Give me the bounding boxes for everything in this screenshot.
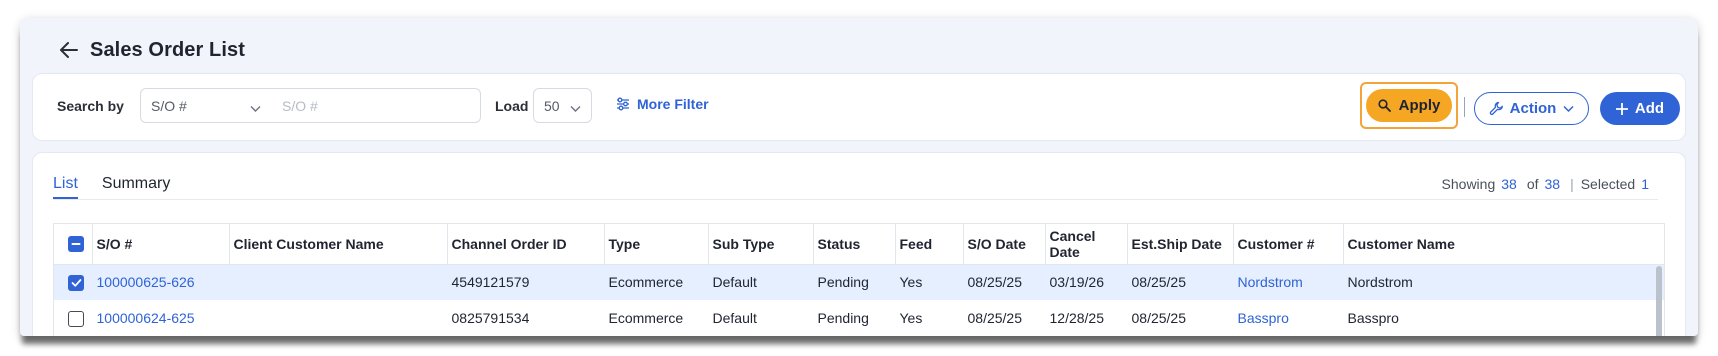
filter-bar: Search by S/O # Load 50 More Filter <box>32 73 1686 141</box>
apply-focus-ring: Apply <box>1360 82 1458 129</box>
search-field-value: S/O # <box>151 97 187 114</box>
table-header-row: S/O # Client Customer Name Channel Order… <box>54 224 1664 265</box>
column-header[interactable]: Type <box>604 224 709 265</box>
action-label: Action <box>1509 100 1557 117</box>
tab-list[interactable]: List <box>53 153 78 199</box>
summary-divider: | <box>1570 176 1574 192</box>
action-button[interactable]: Action <box>1474 92 1589 125</box>
table-row[interactable]: 100000625-626 4549121579 Ecommerce Defau… <box>54 264 1664 300</box>
status-cell: Pending <box>817 310 869 326</box>
selected-count: 1 <box>1641 176 1649 192</box>
search-by-label: Search by <box>57 98 124 114</box>
total-count: 38 <box>1544 176 1561 192</box>
sub-type-cell: Default <box>712 310 757 326</box>
sliders-icon <box>617 97 629 111</box>
est-ship-date-cell: 08/25/25 <box>1127 264 1233 300</box>
customer-number-link[interactable]: Nordstrom <box>1233 264 1343 300</box>
app-window: Sales Order List Search by S/O # Load 50 <box>20 18 1698 336</box>
table-row[interactable]: 100000624-625 0825791534 Ecommerce Defau… <box>54 300 1664 336</box>
cancel-date-cell: 03/19/26 <box>1045 264 1127 300</box>
column-header[interactable]: S/O # <box>92 224 230 265</box>
row-checkbox[interactable] <box>68 274 84 291</box>
load-select[interactable]: 50 <box>533 88 592 123</box>
row-checkbox-cell <box>54 300 92 336</box>
back-arrow-icon[interactable] <box>56 37 82 63</box>
column-header[interactable]: Customer Name <box>1343 224 1664 265</box>
customer-number-link[interactable]: Basspro <box>1233 300 1343 336</box>
client-customer-name-cell <box>229 300 447 336</box>
channel-order-id-cell: 0825791534 <box>451 310 530 326</box>
feed-cell: Yes <box>895 264 963 300</box>
more-filter-label: More Filter <box>637 96 709 112</box>
toolbar-separator <box>1464 97 1465 117</box>
add-label: Add <box>1634 100 1665 117</box>
apply-label: Apply <box>1398 97 1441 114</box>
type-cell: Ecommerce <box>604 264 708 300</box>
sub-type-cell: Default <box>708 264 813 300</box>
so-date-cell: 08/25/25 <box>967 310 1023 326</box>
tab-summary[interactable]: Summary <box>102 153 170 199</box>
table-scrollbar[interactable] <box>1656 266 1662 336</box>
type-cell: Ecommerce <box>608 310 684 326</box>
column-header[interactable]: S/O Date <box>963 224 1046 265</box>
column-header[interactable]: Feed <box>895 224 964 265</box>
load-value: 50 <box>544 97 560 114</box>
add-button[interactable]: Add <box>1600 92 1680 125</box>
row-checkbox[interactable] <box>68 310 84 327</box>
tab-divider <box>53 199 1658 200</box>
column-header[interactable]: Cancel Date <box>1045 224 1128 265</box>
customer-name-cell: Basspro <box>1347 310 1399 326</box>
est-ship-date-cell: 08/25/25 <box>1131 310 1187 326</box>
showing-count: 38 <box>1501 176 1517 192</box>
of-label: of <box>1526 176 1539 192</box>
apply-button[interactable]: Apply <box>1366 89 1452 122</box>
wrench-icon <box>1489 101 1503 116</box>
customer-name-cell: Nordstrom <box>1343 264 1664 300</box>
column-header[interactable]: Status <box>813 224 896 265</box>
record-summary: Showing 38 of 38 | Selected 1 <box>1442 176 1649 192</box>
select-all-checkbox[interactable] <box>68 236 84 253</box>
column-header[interactable]: Sub Type <box>708 224 814 265</box>
more-filter-button[interactable]: More Filter <box>616 96 709 112</box>
so-number-link[interactable]: 100000625-626 <box>92 264 229 300</box>
chevron-down-icon <box>570 100 581 116</box>
cancel-date-cell: 12/28/25 <box>1049 310 1105 326</box>
search-field-select[interactable]: S/O # <box>140 88 272 123</box>
select-all-cell <box>54 224 93 265</box>
so-date-cell: 08/25/25 <box>963 264 1045 300</box>
orders-table: S/O # Client Customer Name Channel Order… <box>53 223 1665 336</box>
row-checkbox-cell <box>54 264 92 300</box>
tab-bar: List Summary <box>53 153 194 199</box>
feed-cell: Yes <box>899 310 923 326</box>
channel-order-id-cell: 4549121579 <box>447 264 604 300</box>
search-input[interactable] <box>271 88 481 123</box>
search-icon <box>1378 99 1391 112</box>
selected-label: Selected <box>1580 176 1636 192</box>
page-title: Sales Order List <box>90 38 245 61</box>
column-header[interactable]: Customer # <box>1233 224 1344 265</box>
client-customer-name-cell <box>229 264 447 300</box>
list-panel: List Summary Showing 38 of 38 | Selected… <box>32 152 1686 336</box>
plus-icon <box>1615 102 1628 115</box>
title-row: Sales Order List <box>56 34 245 66</box>
column-header[interactable]: Client Customer Name <box>229 224 448 265</box>
chevron-down-icon <box>1563 105 1574 112</box>
status-cell: Pending <box>813 264 895 300</box>
so-number-link[interactable]: 100000624-625 <box>92 300 229 336</box>
load-label: Load <box>495 98 529 114</box>
column-header[interactable]: Est.Ship Date <box>1127 224 1234 265</box>
showing-label: Showing <box>1441 176 1496 192</box>
chevron-down-icon <box>250 100 261 116</box>
column-header[interactable]: Channel Order ID <box>447 224 605 265</box>
